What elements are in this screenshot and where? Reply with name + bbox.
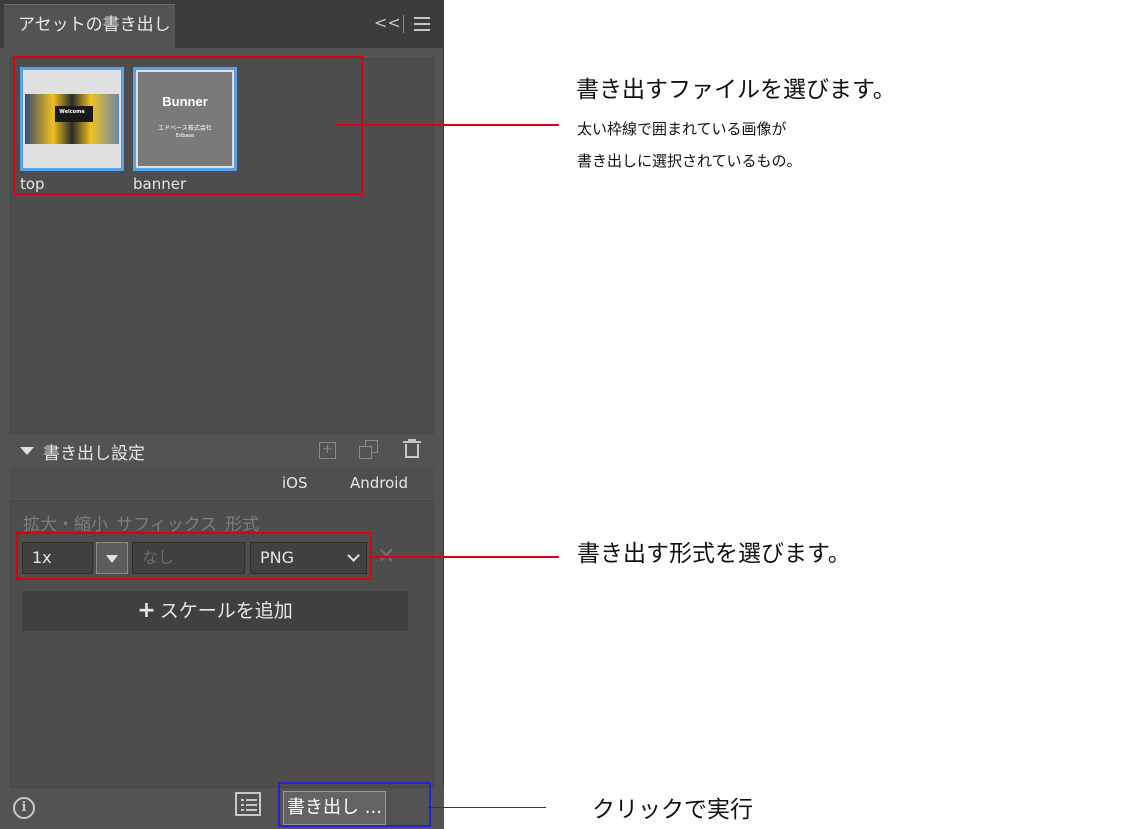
disclosure-triangle-icon[interactable]: [20, 447, 34, 455]
tab-android[interactable]: Android: [350, 474, 408, 492]
add-scale-button[interactable]: + スケールを追加: [22, 591, 408, 631]
annotation-click-execute: クリックで実行: [592, 797, 753, 823]
export-settings-header[interactable]: 書き出し設定 +: [10, 436, 434, 466]
info-icon[interactable]: i: [13, 797, 35, 819]
collapse-icon[interactable]: <<: [374, 13, 401, 32]
annotation-select-files-line1: 太い枠線で囲まれている画像が: [577, 120, 787, 138]
tab-ios[interactable]: iOS: [282, 474, 308, 492]
export-callout-line: [428, 807, 546, 808]
duplicate-icon[interactable]: [359, 440, 379, 460]
trash-icon[interactable]: [403, 439, 421, 459]
tab-export-assets[interactable]: アセットの書き出し: [4, 4, 175, 48]
section-title: 書き出し設定: [43, 444, 145, 464]
export-highlight-box: [278, 782, 431, 827]
add-scale-label: スケールを追加: [159, 600, 293, 622]
panel-tab-bar: アセットの書き出し <<: [0, 0, 444, 48]
add-setting-icon[interactable]: +: [319, 442, 336, 459]
assets-highlight-box: [13, 56, 363, 195]
platform-tabs: iOS Android: [10, 467, 434, 499]
panel-menu-icon[interactable]: [414, 17, 430, 31]
plus-icon: +: [137, 598, 156, 623]
annotation-select-files: 書き出すファイルを選びます。: [576, 77, 896, 103]
tab-divider: [403, 15, 404, 33]
format-highlight-box: [16, 532, 372, 580]
annotation-select-format: 書き出す形式を選びます。: [577, 541, 851, 567]
format-callout-line: [369, 556, 559, 558]
list-icon[interactable]: [235, 792, 261, 816]
annotation-select-files-line2: 書き出しに選択されているもの。: [577, 152, 802, 170]
assets-callout-line: [336, 124, 559, 126]
